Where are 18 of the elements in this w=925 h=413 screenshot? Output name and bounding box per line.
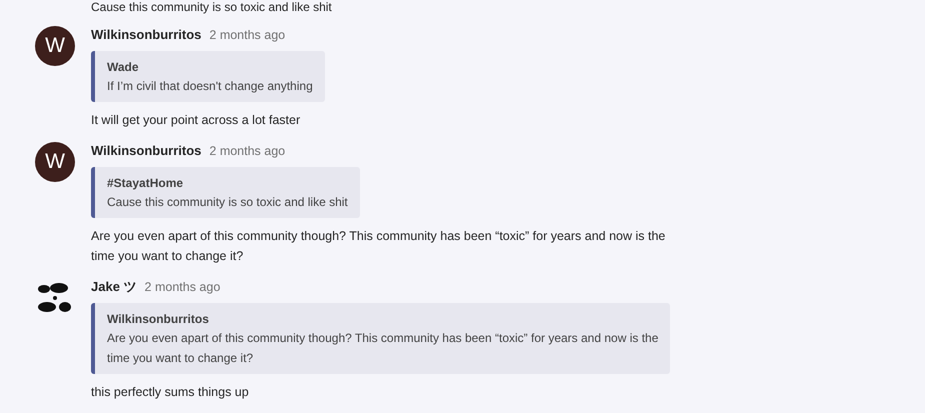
message-text: Cause this community is so toxic and like shit [90, 0, 333, 14]
message-text: Are you even apart of this community though? This community has been “toxic” for years and now is the time you want to change it? [91, 228, 666, 265]
quote-text: Are you even apart of this community though? This community has been “toxic” for years and now is the time you want to change it? [107, 330, 658, 367]
quote-author: #StayatHome [107, 175, 184, 192]
user-avatar[interactable]: W [35, 26, 75, 66]
author-name[interactable]: Wilkinsonburritos [91, 142, 202, 160]
author-name[interactable]: Wilkinsonburritos [91, 26, 202, 44]
quote-text: If I’m civil that doesn't change anything [107, 78, 313, 95]
quote-author: Wilkinsonburritos [107, 311, 210, 328]
timestamp: 2 months ago [209, 143, 286, 160]
user-avatar[interactable]: W [35, 142, 75, 182]
message-text: It will get your point across a lot faster [91, 112, 300, 129]
author-name[interactable]: Jake ツ [91, 278, 137, 296]
timestamp: 2 months ago [144, 279, 220, 296]
message-text: this perfectly sums things up [91, 384, 249, 401]
quote-text: Cause this community is so toxic and like shit [107, 194, 348, 211]
timestamp: 2 months ago [209, 27, 286, 44]
quote-author: Wade [107, 59, 140, 76]
